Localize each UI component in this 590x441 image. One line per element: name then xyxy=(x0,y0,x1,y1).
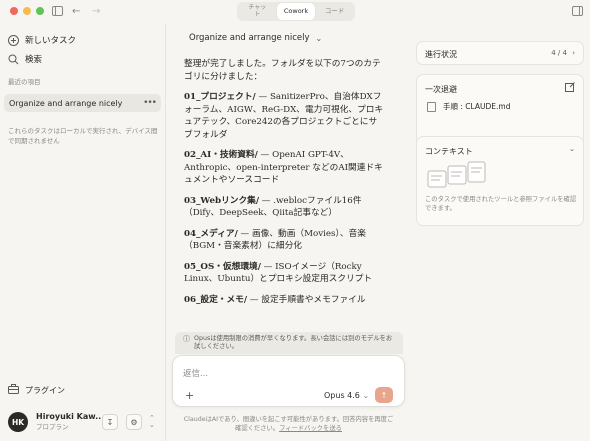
window-controls xyxy=(10,7,44,15)
local-tasks-note: これらのタスクはローカルで実行され、デバイス間で同期されません xyxy=(8,127,158,145)
message-intro: 整理が完了しました。フォルダを以下の7つのカテゴリに分けました： xyxy=(184,59,381,82)
briefcase-icon xyxy=(8,384,19,396)
progress-card[interactable]: 進行状況 4 / 4 › xyxy=(416,41,584,65)
tab-cowork[interactable]: Cowork xyxy=(276,3,316,20)
more-options-icon[interactable]: ••• xyxy=(143,98,157,108)
plugins-button[interactable]: プラグイン xyxy=(8,384,65,396)
list-item: 06_設定・メモ/ — 設定手順書やメモファイル xyxy=(184,294,366,305)
open-external-icon[interactable] xyxy=(565,82,575,94)
chevron-down-icon: ⌄ xyxy=(315,33,323,43)
bug-icon[interactable]: ⚙ xyxy=(126,414,142,430)
disclaimer: ClaudeはAIであり、間違いを起こす可能性があります。回答内容を再度ご 確認… xyxy=(167,416,410,433)
chat-main: Organize and arrange nicely ⌄ 整理が完了しました。… xyxy=(167,24,410,441)
disclaimer-line-2: 確認ください。 xyxy=(235,424,280,432)
tab-code-label: コード xyxy=(324,7,345,15)
search-icon xyxy=(8,54,19,65)
progress-label: 進行状況 xyxy=(425,50,457,59)
progress-count: 4 / 4 xyxy=(551,49,567,57)
chat-title: Organize and arrange nicely xyxy=(189,33,310,43)
minimize-window-button[interactable] xyxy=(23,7,31,15)
chat-title-dropdown[interactable]: Organize and arrange nicely ⌄ xyxy=(189,33,322,43)
maximize-window-button[interactable] xyxy=(36,7,44,15)
file-item[interactable]: 手順 : CLAUDE.md xyxy=(427,101,510,112)
context-files-illustration xyxy=(427,161,486,188)
mode-switcher: チャッ ト Cowork コード xyxy=(237,2,355,21)
reply-input[interactable]: 返信... xyxy=(183,367,208,379)
file-name: 手順 : CLAUDE.md xyxy=(443,102,511,111)
list-item: 05_OS・仮想環境/ — ISOイメージ（Rocky Linux、Ubuntu… xyxy=(184,261,373,285)
assistant-message: 整理が完了しました。フォルダを以下の7つのカテゴリに分けました： 01_プロジェ… xyxy=(184,58,384,328)
tab-cowork-label: Cowork xyxy=(283,7,309,15)
plugins-label: プラグイン xyxy=(25,385,65,395)
back-arrow-icon[interactable]: ← xyxy=(72,6,80,18)
right-panel-toggle-icon[interactable] xyxy=(572,6,583,20)
file-icon xyxy=(427,101,436,112)
info-icon: ⓘ xyxy=(183,335,190,343)
recent-task-title: Organize and arrange nicely xyxy=(9,98,123,108)
avatar: HK xyxy=(8,412,28,432)
plus-circle-icon xyxy=(8,34,19,46)
sidebar-toggle-icon[interactable] xyxy=(52,6,63,20)
reply-composer: 返信... + Opus 4.6 ⌄ ↑ xyxy=(172,355,405,407)
list-item: 04_メディア/ — 画像、動画（Movies）、音楽（BGM・音楽素材）に細分… xyxy=(184,228,366,252)
tab-chat[interactable]: チャッ ト xyxy=(238,3,277,20)
attach-plus-icon[interactable]: + xyxy=(185,389,194,402)
send-button[interactable]: ↑ xyxy=(375,387,393,403)
sidebar: 新しいタスク 検索 最近の項目 Organize and arrange nic… xyxy=(0,24,166,441)
context-card: コンテキスト ⌄ このタスクで使用されたツールと参照ファイルを確認できます。 xyxy=(416,136,584,226)
list-item: 03_Webリンク集/ — .weblocファイル16件（Dify、DeepSe… xyxy=(184,195,362,219)
context-note: このタスクで使用されたツールと参照ファイルを確認できます。 xyxy=(425,196,577,212)
model-usage-notice: ⓘ Opusは使用制限の消費が早くなります。長い会話には別のモデルをお試しくださ… xyxy=(175,332,403,354)
notice-text: Opusは使用制限の消費が早くなります。長い会話には別のモデルをお試しください。 xyxy=(194,335,393,350)
search-button[interactable]: 検索 xyxy=(8,53,42,65)
disclaimer-line-1: ClaudeはAIであり、間違いを起こす可能性があります。回答内容を再度ご xyxy=(183,416,394,423)
tab-code[interactable]: コード xyxy=(315,3,354,20)
account-chevron-icon[interactable]: ⌃ ⌄ xyxy=(149,415,155,429)
user-name: Hiroyuki Kaw... xyxy=(36,412,105,421)
user-plan: プロプラン xyxy=(36,423,69,431)
chevron-right-icon: › xyxy=(572,49,575,57)
user-account[interactable]: HK Hiroyuki Kaw... プロプラン ↧ ⚙ ⌃ ⌄ xyxy=(8,408,158,436)
list-item: 01_プロジェクト/ — SanitizerPro、自治体DXフォーラム、AIG… xyxy=(184,92,384,140)
recent-section-header: 最近の項目 xyxy=(8,78,41,86)
model-selector[interactable]: Opus 4.6 ⌄ xyxy=(324,391,369,400)
chevron-down-icon[interactable]: ⌄ xyxy=(569,145,575,153)
new-task-label: 新しいタスク xyxy=(25,36,77,46)
context-label: コンテキスト xyxy=(425,147,473,156)
download-icon[interactable]: ↧ xyxy=(102,414,118,430)
list-item: 02_AI・技術資料/ — OpenAI GPT-4V、Anthropic、op… xyxy=(184,150,383,185)
temp-storage-label: 一次退避 xyxy=(425,85,457,94)
tab-chat-label-2: ト xyxy=(254,10,261,18)
feedback-link[interactable]: フィードバックを送る xyxy=(279,425,342,432)
title-bar: ← → チャッ ト Cowork コード xyxy=(0,0,590,24)
recent-task-item[interactable]: Organize and arrange nicely ••• xyxy=(4,94,161,112)
close-window-button[interactable] xyxy=(10,7,18,15)
new-task-button[interactable]: 新しいタスク xyxy=(8,34,76,46)
model-label: Opus 4.6 xyxy=(324,391,360,400)
search-label: 検索 xyxy=(25,55,43,65)
forward-arrow-icon[interactable]: → xyxy=(92,6,100,18)
